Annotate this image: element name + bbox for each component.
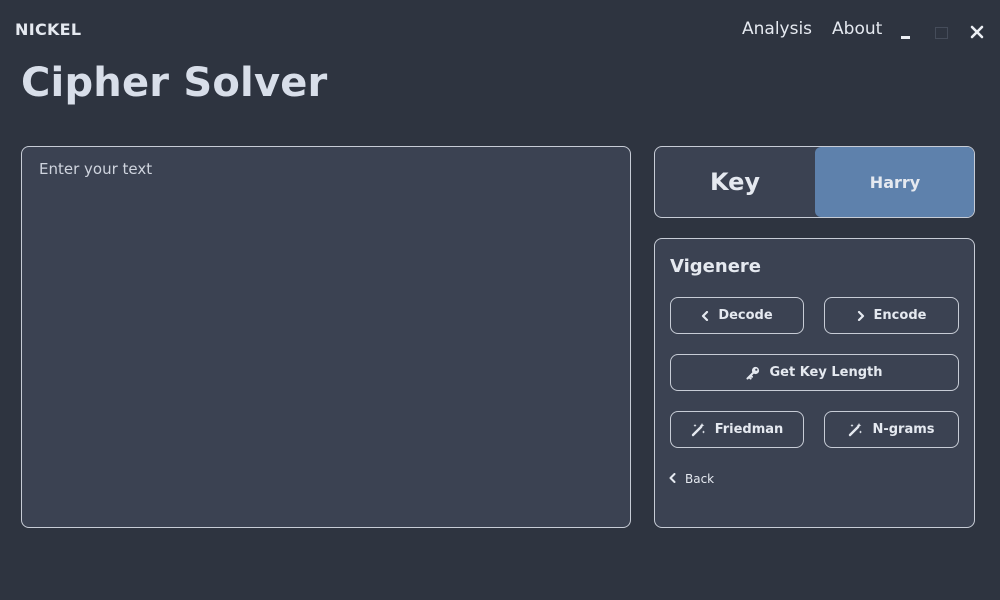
key-icon bbox=[746, 366, 760, 380]
key-input-container bbox=[815, 147, 974, 217]
key-label: Key bbox=[709, 168, 761, 196]
encode-button[interactable]: Encode bbox=[824, 297, 959, 334]
back-button[interactable]: Back bbox=[669, 472, 714, 486]
app-brand: NICKEL bbox=[15, 20, 82, 39]
cipher-text-input[interactable] bbox=[22, 147, 630, 527]
chevron-left-icon bbox=[669, 472, 676, 486]
chevron-right-icon bbox=[857, 310, 865, 321]
top-nav: Analysis About bbox=[742, 19, 882, 39]
cipher-title: Vigenere bbox=[670, 256, 761, 277]
close-icon[interactable] bbox=[967, 22, 987, 42]
decode-button[interactable]: Decode bbox=[670, 297, 804, 334]
key-input[interactable] bbox=[815, 147, 974, 217]
magic-wand-icon bbox=[691, 422, 706, 437]
nav-about[interactable]: About bbox=[832, 19, 882, 39]
friedman-button[interactable]: Friedman bbox=[670, 411, 804, 448]
key-panel: Key bbox=[654, 146, 975, 218]
n-grams-label: N-grams bbox=[872, 422, 935, 437]
cipher-panel: Vigenere Decode Encode Get Key Length Fr… bbox=[654, 238, 975, 528]
text-panel bbox=[21, 146, 631, 528]
page-title: Cipher Solver bbox=[21, 60, 328, 106]
decode-label: Decode bbox=[718, 308, 773, 323]
back-label: Back bbox=[685, 472, 715, 486]
friedman-label: Friedman bbox=[714, 422, 784, 437]
encode-label: Encode bbox=[873, 308, 927, 323]
maximize-icon[interactable] bbox=[931, 22, 951, 42]
n-grams-button[interactable]: N-grams bbox=[824, 411, 959, 448]
get-key-length-button[interactable]: Get Key Length bbox=[670, 354, 959, 391]
minimize-icon[interactable] bbox=[897, 22, 917, 42]
app-window: NICKEL Analysis About Cipher Solver Key … bbox=[0, 0, 1000, 600]
magic-wand-icon bbox=[848, 422, 863, 437]
nav-analysis[interactable]: Analysis bbox=[742, 19, 812, 39]
get-key-length-label: Get Key Length bbox=[769, 365, 883, 380]
chevron-left-icon bbox=[701, 310, 709, 321]
